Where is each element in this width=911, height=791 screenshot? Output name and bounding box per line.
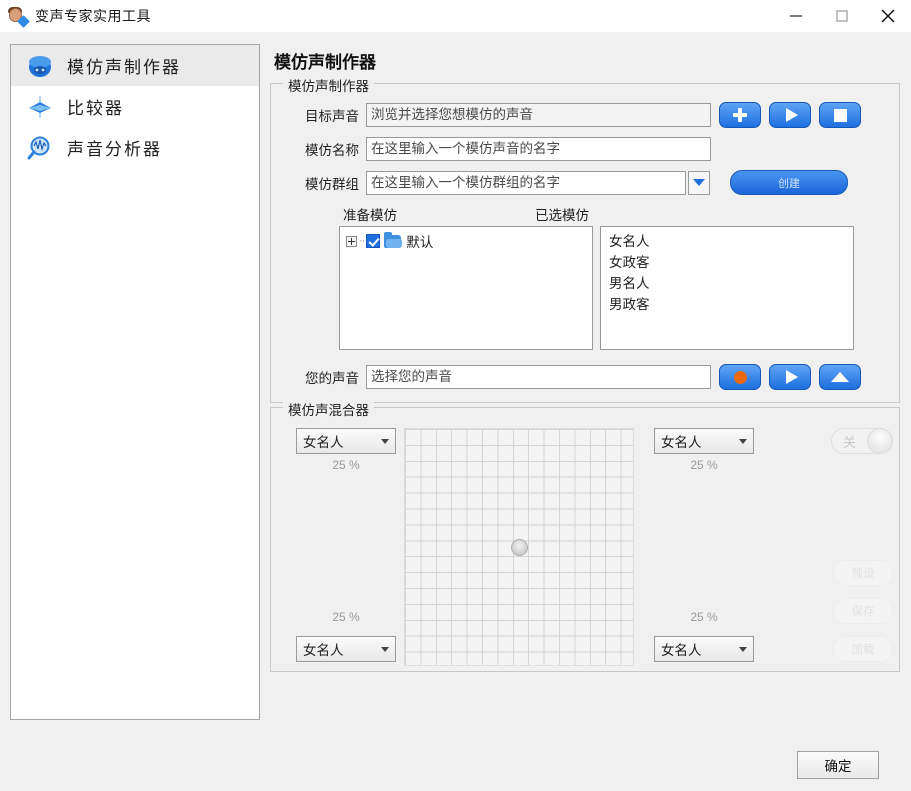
mixer-select-value: 女名人 xyxy=(303,435,344,450)
mixer-percent-bottom-left: 25 % xyxy=(332,610,360,624)
mixer-select-top-right[interactable]: 女名人 xyxy=(654,428,754,454)
selected-list-label: 已选模仿 xyxy=(535,208,589,223)
comparator-icon xyxy=(25,92,55,122)
list-item[interactable]: 男政客 xyxy=(609,294,853,315)
chevron-down-icon xyxy=(381,438,389,444)
morph-group-row: 模仿群组 在这里输入一个模仿群组的名字 创建 xyxy=(281,170,889,195)
mixer-select-value: 女名人 xyxy=(303,643,344,658)
close-button[interactable] xyxy=(865,0,911,32)
morph-name-label: 模仿名称 xyxy=(305,143,359,158)
mixer-select-value: 女名人 xyxy=(661,435,702,450)
sidebar-item-label: 声音分析器 xyxy=(67,140,162,159)
tree-node-label: 默认 xyxy=(406,235,434,250)
toggle-label: 关 xyxy=(842,434,856,450)
target-voice-row: 目标声音 浏览并选择您想模仿的声音 xyxy=(281,102,889,128)
morph-group-label: 模仿群组 xyxy=(305,176,359,192)
chevron-down-icon xyxy=(739,438,747,444)
morpher-groupbox: 模仿声制作器 目标声音 浏览并选择您想模仿的声音 模仿名称 在这里输入一个模仿声… xyxy=(270,75,900,403)
mixer-select-bottom-left[interactable]: 女名人 xyxy=(296,636,396,662)
lists-row: ·· 默认 女名人 女政客 男名人 男政客 xyxy=(339,226,889,350)
eject-icon xyxy=(831,372,849,382)
page-title: 模仿声制作器 xyxy=(274,53,376,72)
record-button[interactable] xyxy=(719,364,761,390)
mixer-select-bottom-right[interactable]: 女名人 xyxy=(654,636,754,662)
target-voice-label: 目标声音 xyxy=(305,109,359,124)
toggle-knob[interactable] xyxy=(867,428,893,454)
chevron-down-icon xyxy=(381,646,389,652)
mixer-power-toggle[interactable]: 关 xyxy=(831,428,893,454)
mixer-select-value: 女名人 xyxy=(661,643,702,658)
available-morphs-tree[interactable]: ·· 默认 xyxy=(339,226,593,350)
list-headers: 准备模仿 已选模仿 xyxy=(281,204,889,224)
window-title: 变声专家实用工具 xyxy=(35,8,151,24)
play-icon xyxy=(785,108,798,122)
add-icon xyxy=(733,108,747,122)
ok-button[interactable]: 确定 xyxy=(797,751,879,779)
mixer-percent-top-left: 25 % xyxy=(332,458,360,472)
eject-button[interactable] xyxy=(819,364,861,390)
chevron-down-icon xyxy=(693,179,705,186)
folder-icon xyxy=(384,231,403,248)
morph-name-input[interactable]: 在这里输入一个模仿声音的名字 xyxy=(366,137,711,161)
play-icon xyxy=(785,370,798,384)
sidebar-item-label: 模仿声制作器 xyxy=(67,58,181,77)
target-voice-input[interactable]: 浏览并选择您想模仿的声音 xyxy=(366,103,711,127)
list-item[interactable]: 男名人 xyxy=(609,273,853,294)
add-button[interactable] xyxy=(719,102,761,128)
app-icon xyxy=(8,6,30,28)
your-voice-input[interactable]: 选择您的声音 xyxy=(366,365,711,389)
tree-connector: ·· xyxy=(359,235,365,247)
play-your-voice-button[interactable] xyxy=(769,364,811,390)
morph-group-input[interactable]: 在这里输入一个模仿群组的名字 xyxy=(366,170,686,195)
main-panel: 模仿声制作器 模仿声制作器 目标声音 浏览并选择您想模仿的声音 模仿名称 在这里… xyxy=(270,44,900,676)
record-icon xyxy=(733,370,747,384)
sidebar: 模仿声制作器 比较器 声音分析器 xyxy=(10,44,260,720)
minimize-button[interactable] xyxy=(773,0,819,32)
mixer-select-top-left[interactable]: 女名人 xyxy=(296,428,396,454)
your-voice-row: 您的声音 选择您的声音 xyxy=(281,364,889,390)
your-voice-label: 您的声音 xyxy=(305,371,359,386)
sidebar-item-label: 比较器 xyxy=(67,99,124,118)
create-button[interactable]: 创建 xyxy=(730,170,848,195)
stop-target-button[interactable] xyxy=(819,102,861,128)
mixer-group-legend: 模仿声混合器 xyxy=(283,399,374,419)
list-item[interactable]: 女政客 xyxy=(609,252,853,273)
morph-name-row: 模仿名称 在这里输入一个模仿声音的名字 xyxy=(281,137,889,161)
tree-node-default[interactable]: ·· 默认 xyxy=(346,231,592,251)
mixer-percent-bottom-right: 25 % xyxy=(690,610,718,624)
morpher-group-legend: 模仿声制作器 xyxy=(283,75,374,95)
window-controls xyxy=(773,0,911,32)
preset-button[interactable]: 预设 xyxy=(833,560,893,586)
play-target-button[interactable] xyxy=(769,102,811,128)
sidebar-item-analyzer[interactable]: 声音分析器 xyxy=(11,127,259,168)
available-list-label: 准备模仿 xyxy=(343,208,397,223)
mixer-grid[interactable] xyxy=(404,428,634,666)
expand-icon[interactable] xyxy=(346,235,357,247)
mixer-percent-top-right: 25 % xyxy=(690,458,718,472)
analyzer-magnifier-icon xyxy=(25,133,55,163)
title-bar: 变声专家实用工具 xyxy=(0,0,911,32)
sidebar-item-morpher[interactable]: 模仿声制作器 xyxy=(11,45,259,86)
voice-morph-icon xyxy=(25,51,55,81)
morph-group-dropdown-button[interactable] xyxy=(688,170,710,195)
stop-icon xyxy=(833,108,847,122)
save-button[interactable]: 保存 xyxy=(833,598,893,624)
list-item[interactable]: 女名人 xyxy=(609,231,853,252)
maximize-button[interactable] xyxy=(819,0,865,32)
load-button[interactable]: 加载 xyxy=(833,636,893,662)
selected-morphs-list[interactable]: 女名人 女政客 男名人 男政客 xyxy=(600,226,854,350)
chevron-down-icon xyxy=(739,646,747,652)
checkbox-checked-icon[interactable] xyxy=(366,234,381,248)
mixer-groupbox: 模仿声混合器 女名人 25 % 女名人 25 % 25 % 女名人 25 % 女… xyxy=(270,399,900,672)
sidebar-item-comparator[interactable]: 比较器 xyxy=(11,86,259,127)
